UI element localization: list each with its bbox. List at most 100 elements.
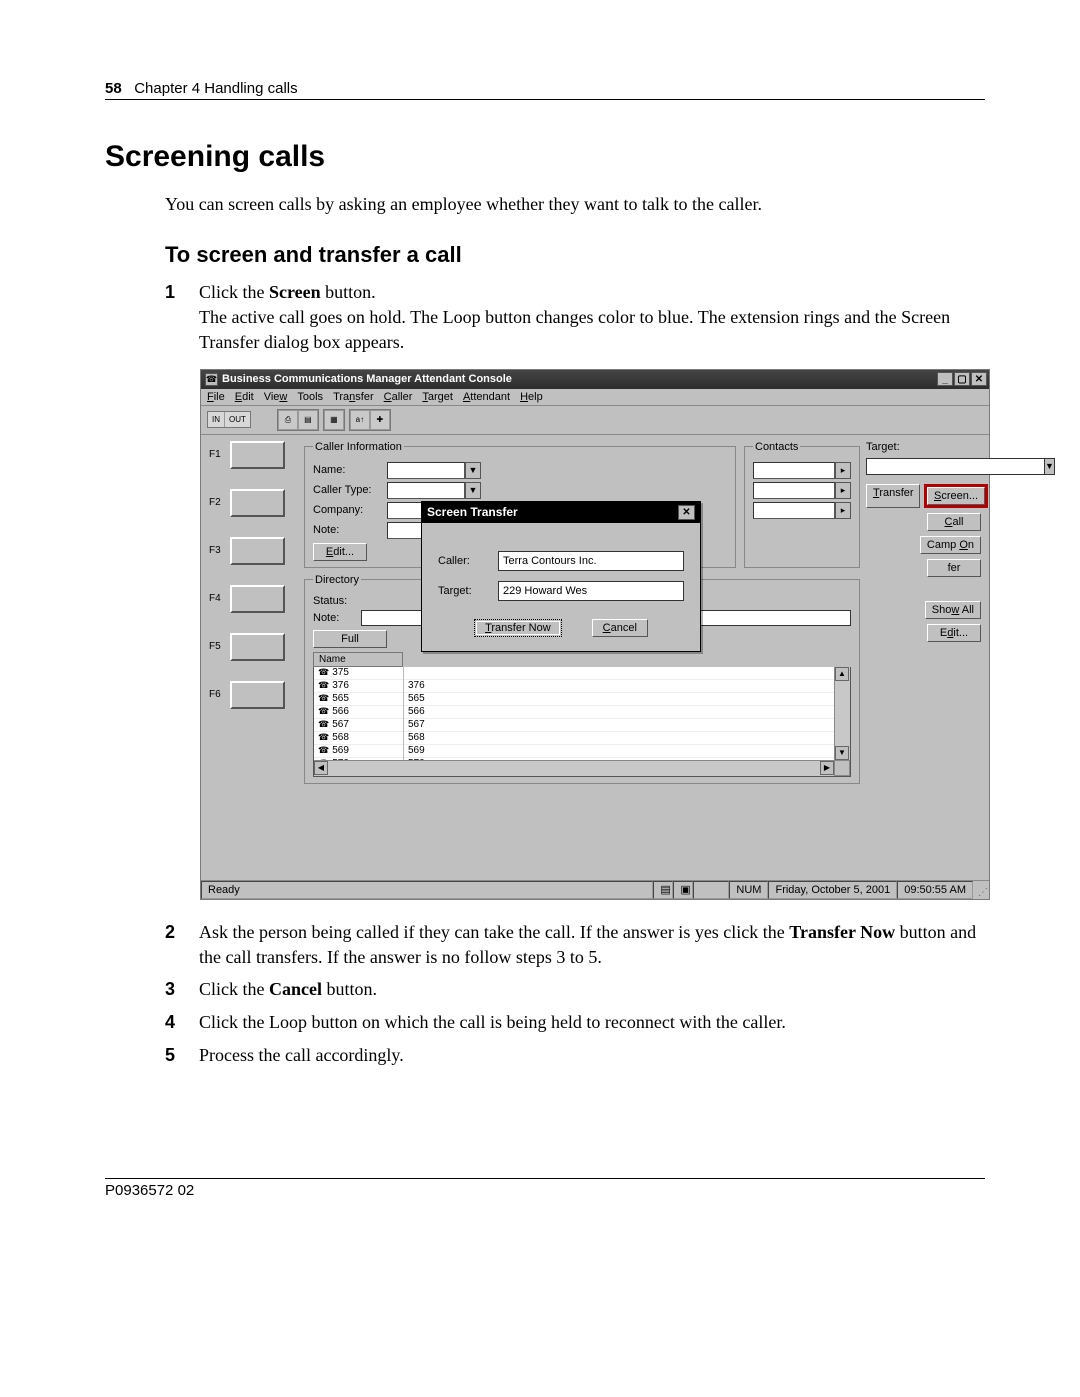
scroll-down-icon[interactable]: ▼ — [835, 746, 849, 760]
toolbar-button[interactable]: a↑ — [350, 410, 370, 430]
disp-cell[interactable]: 376 — [404, 680, 850, 693]
caller-info-legend: Caller Information — [313, 441, 404, 453]
window-titlebar: ☎ Business Communications Manager Attend… — [201, 370, 989, 389]
disp-cell[interactable]: 569 — [404, 745, 850, 758]
edit-button[interactable]: Edit... — [313, 543, 367, 561]
subsection-heading: To screen and transfer a call — [165, 242, 985, 268]
disp-cell[interactable]: 568 — [404, 732, 850, 745]
ext-cell[interactable]: 375 — [332, 667, 349, 678]
name-input[interactable] — [387, 462, 465, 479]
menu-tools[interactable]: Tools — [297, 391, 323, 403]
toolbar-button[interactable]: ▤ — [298, 410, 318, 430]
toolbar-button[interactable]: ⎙ — [278, 410, 298, 430]
dropdown-icon[interactable]: ▼ — [465, 462, 481, 479]
dropdown-icon[interactable]: ▸ — [835, 502, 851, 519]
disp-cell[interactable]: 567 — [404, 719, 850, 732]
menu-attendant[interactable]: Attendant — [463, 391, 510, 403]
caller-type-label: Caller Type: — [313, 484, 381, 496]
camp-on-button[interactable]: Camp On — [920, 536, 981, 554]
ext-cell[interactable]: 376 — [332, 680, 349, 691]
screen-button[interactable]: Screen... — [927, 487, 985, 505]
step-number: 1 — [165, 280, 175, 305]
caller-type-input[interactable] — [387, 482, 465, 499]
app-window: ☎ Business Communications Manager Attend… — [200, 369, 990, 900]
loop-button-f1[interactable] — [230, 441, 285, 469]
minimize-button[interactable]: _ — [937, 372, 953, 386]
disp-cell[interactable]: 566 — [404, 706, 850, 719]
in-out-toggle[interactable]: IN OUT — [207, 411, 251, 428]
loop-button-f4[interactable] — [230, 585, 285, 613]
menu-view[interactable]: View — [264, 391, 288, 403]
dropdown-icon[interactable]: ▸ — [835, 482, 851, 499]
scroll-up-icon[interactable]: ▲ — [835, 667, 849, 681]
transfer-button[interactable]: Transfer — [866, 484, 920, 508]
status-ready: Ready — [201, 881, 653, 899]
main-area: F1 F2 F3 F4 F5 F6 Caller Information Nam… — [201, 435, 989, 880]
phone-icon: ☎ — [318, 745, 329, 756]
status-time: 09:50:55 AM — [897, 881, 973, 899]
contact-input[interactable] — [753, 482, 835, 499]
dialog-close-button[interactable]: ✕ — [678, 505, 695, 520]
step-1: 1 Click the Screen button. The active ca… — [165, 280, 985, 354]
ext-cell[interactable]: 567 — [332, 719, 349, 730]
horizontal-scrollbar[interactable]: ◀ ▶ — [314, 760, 834, 776]
disp-cell[interactable] — [404, 667, 850, 680]
page-footer: P0936572 02 — [105, 1178, 985, 1199]
maximize-button[interactable]: ▢ — [954, 372, 970, 386]
contact-input[interactable] — [753, 462, 835, 479]
menu-caller[interactable]: Caller — [384, 391, 413, 403]
vertical-scrollbar[interactable]: ▲ ▼ — [834, 667, 850, 760]
target-input[interactable] — [866, 458, 1045, 475]
scroll-left-icon[interactable]: ◀ — [314, 761, 328, 775]
dropdown-icon[interactable]: ▼ — [465, 482, 481, 499]
disp-cell[interactable]: 565 — [404, 693, 850, 706]
dir-note-label: Note: — [313, 612, 355, 624]
scroll-right-icon[interactable]: ▶ — [820, 761, 834, 775]
target-label: Target: — [866, 441, 981, 453]
dialog-target-label: Target: — [438, 585, 486, 597]
call-button[interactable]: Call — [927, 513, 981, 531]
company-label: Company: — [313, 504, 381, 516]
ext-cell[interactable]: 565 — [332, 693, 349, 704]
dialog-titlebar: Screen Transfer ✕ — [422, 502, 700, 523]
show-all-button[interactable]: Show All — [925, 601, 981, 619]
full-button[interactable]: Full — [313, 630, 387, 648]
menu-file[interactable]: File — [207, 391, 225, 403]
cancel-button[interactable]: Cancel — [592, 619, 648, 637]
step-text: button. — [321, 282, 376, 302]
toolbar-button[interactable]: ▦ — [324, 410, 344, 430]
loop-button-f3[interactable] — [230, 537, 285, 565]
close-button[interactable]: ✕ — [971, 372, 987, 386]
dialog-target-input[interactable] — [498, 581, 684, 601]
status-icon: ▣ — [673, 881, 693, 899]
fer-button-fragment[interactable]: fer — [927, 559, 981, 577]
directory-table: ☎375 ☎376 ☎565 ☎566 ☎567 ☎568 ☎569 ☎570 — [313, 667, 851, 777]
menu-target[interactable]: Target — [422, 391, 453, 403]
menu-help[interactable]: Help — [520, 391, 543, 403]
menu-transfer[interactable]: Transfer — [333, 391, 374, 403]
dialog-caller-input[interactable] — [498, 551, 684, 571]
step-text: Click the Loop button on which the call … — [199, 1012, 786, 1032]
resize-grip-icon[interactable]: ⋰ — [973, 881, 989, 899]
name-column-header[interactable]: Name — [313, 652, 403, 667]
dropdown-icon[interactable]: ▸ — [835, 462, 851, 479]
ext-cell[interactable]: 568 — [332, 732, 349, 743]
menu-edit[interactable]: Edit — [235, 391, 254, 403]
phone-icon: ☎ — [318, 719, 329, 730]
screen-button-highlight: Screen... — [924, 484, 988, 508]
ext-cell[interactable]: 569 — [332, 745, 349, 756]
edit-button[interactable]: Edit... — [927, 624, 981, 642]
step-text: button. — [322, 979, 377, 999]
transfer-now-button[interactable]: Transfer Now — [474, 619, 562, 637]
loop-button-f6[interactable] — [230, 681, 285, 709]
step-5: 5 Process the call accordingly. — [165, 1043, 985, 1068]
contact-input[interactable] — [753, 502, 835, 519]
toolbar-button[interactable]: ✚ — [370, 410, 390, 430]
step-text: Click the — [199, 282, 269, 302]
step-bold: Cancel — [269, 979, 322, 999]
loop-button-f5[interactable] — [230, 633, 285, 661]
loop-button-f2[interactable] — [230, 489, 285, 517]
section-heading: Screening calls — [105, 140, 985, 174]
dropdown-icon[interactable]: ▼ — [1045, 458, 1055, 475]
ext-cell[interactable]: 566 — [332, 706, 349, 717]
